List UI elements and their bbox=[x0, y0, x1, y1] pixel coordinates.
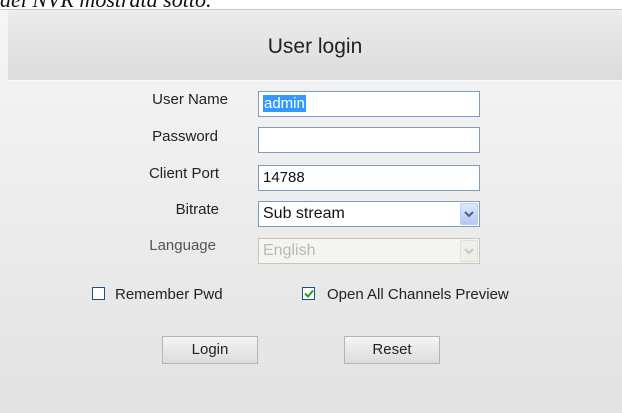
client-port-field[interactable]: 14788 bbox=[258, 165, 480, 191]
login-button[interactable]: Login bbox=[162, 336, 258, 364]
password-label: Password bbox=[152, 128, 218, 145]
dialog-title: User login bbox=[267, 35, 363, 58]
password-field[interactable] bbox=[258, 127, 480, 153]
open-all-channels-checkbox[interactable] bbox=[302, 287, 315, 300]
username-label: User Name bbox=[152, 91, 228, 108]
client-port-label: Client Port bbox=[148, 165, 219, 182]
bitrate-select[interactable]: Sub stream bbox=[258, 201, 480, 227]
bitrate-label: Bitrate bbox=[175, 201, 219, 218]
username-field[interactable]: admin bbox=[258, 91, 480, 117]
bitrate-value: Sub stream bbox=[263, 205, 345, 222]
chevron-down-icon[interactable] bbox=[460, 203, 478, 225]
remember-pwd-checkbox[interactable] bbox=[92, 287, 105, 300]
titlebar-divider bbox=[8, 80, 622, 81]
login-dialog: User login User Name admin Password Clie… bbox=[0, 9, 622, 413]
open-all-channels-label: Open All Channels Preview bbox=[327, 286, 509, 303]
language-value: English bbox=[263, 242, 316, 259]
dialog-titlebar: User login bbox=[8, 10, 622, 80]
language-select: English bbox=[258, 238, 480, 264]
checkmark-icon bbox=[303, 289, 314, 298]
chevron-down-icon bbox=[460, 240, 478, 262]
language-label: Language bbox=[149, 237, 216, 254]
remember-pwd-label: Remember Pwd bbox=[115, 286, 223, 303]
reset-button[interactable]: Reset bbox=[344, 336, 440, 364]
username-value: admin bbox=[263, 95, 306, 112]
